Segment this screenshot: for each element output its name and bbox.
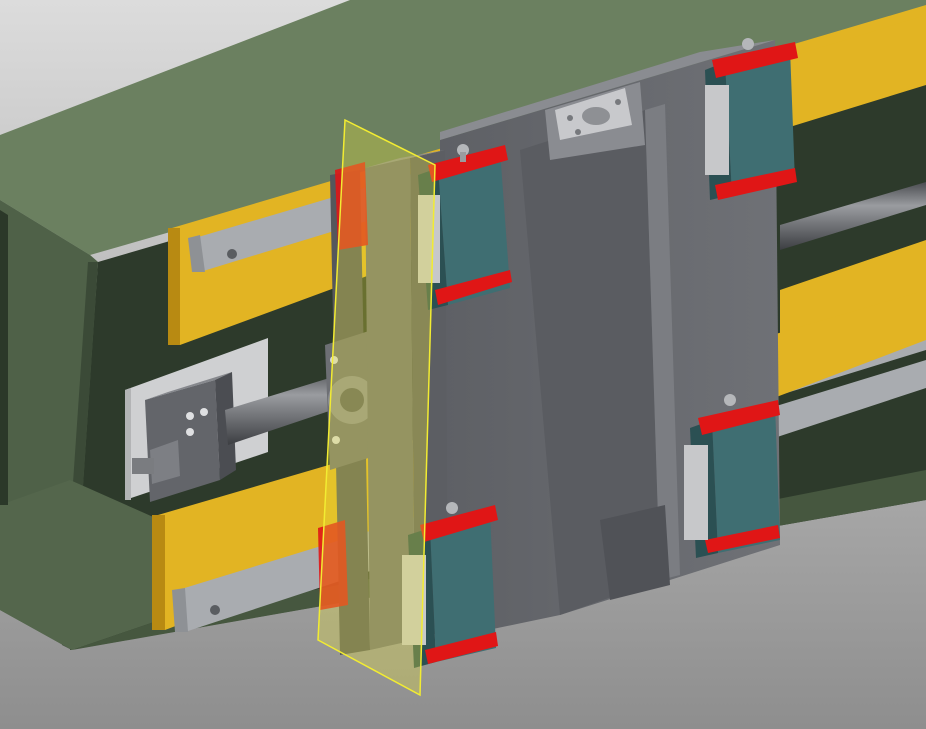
cad-viewport[interactable] bbox=[0, 0, 926, 729]
nut-bore bbox=[582, 107, 610, 125]
lower-rail-plate-edge bbox=[152, 515, 165, 630]
support-bolt-1 bbox=[186, 412, 194, 420]
lower-rail-hole bbox=[210, 605, 220, 615]
nut-bolt-1 bbox=[567, 115, 573, 121]
upper-rail-plate-edge bbox=[168, 228, 180, 345]
frame-left-outer bbox=[0, 210, 8, 505]
block-ll-grease-nipple bbox=[446, 502, 458, 514]
cad-model-scene[interactable] bbox=[0, 0, 926, 729]
upper-rail-hole bbox=[227, 249, 237, 259]
block-ur-grease-nipple bbox=[742, 38, 754, 50]
block-lr-endcap bbox=[684, 445, 708, 540]
block-ur-endcap bbox=[705, 85, 729, 175]
block-lr-grease-nipple bbox=[724, 394, 736, 406]
block-ul-grease-stem bbox=[460, 152, 466, 162]
guide-block-lower-right[interactable] bbox=[684, 394, 780, 558]
support-mount-plate-edge bbox=[125, 388, 131, 500]
guide-block-upper-right[interactable] bbox=[705, 38, 798, 200]
carriage-lower-step bbox=[600, 505, 670, 600]
nut-bolt-3 bbox=[575, 129, 581, 135]
nut-bolt-2 bbox=[615, 99, 621, 105]
support-bolt-2 bbox=[200, 408, 208, 416]
support-bolt-3 bbox=[186, 428, 194, 436]
support-shaft-stub bbox=[132, 458, 154, 474]
